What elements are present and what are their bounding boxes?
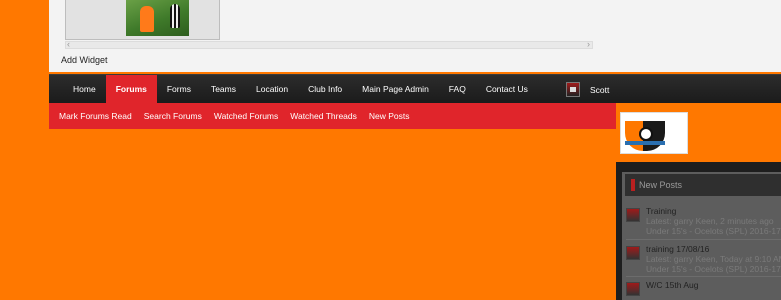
- main-navbar: Home Forums Forms Teams Location Club In…: [49, 74, 781, 104]
- nav-home[interactable]: Home: [63, 75, 106, 104]
- player-striped: [170, 4, 180, 28]
- nav-main-page-admin[interactable]: Main Page Admin: [352, 75, 439, 104]
- club-logo[interactable]: [620, 112, 688, 154]
- user-menu[interactable]: Scott: [566, 82, 609, 97]
- nav-location[interactable]: Location: [246, 75, 298, 104]
- nav-tabs: Home Forums Forms Teams Location Club In…: [63, 75, 538, 104]
- post-avatar[interactable]: [626, 246, 640, 260]
- scroll-left-icon[interactable]: ‹: [67, 39, 70, 49]
- subnav-watched-forums[interactable]: Watched Forums: [208, 111, 284, 121]
- football-icon: [639, 127, 653, 141]
- new-posts-header: New Posts: [625, 174, 781, 196]
- nav-contact-us[interactable]: Contact Us: [476, 75, 538, 104]
- divider: [626, 276, 781, 277]
- post-forum[interactable]: Under 15's - Ocelots (SPL) 2016-17: [646, 226, 781, 236]
- username[interactable]: Scott: [590, 85, 609, 95]
- football-photo: [126, 0, 189, 36]
- widget-panel: ‹ › Add Widget: [49, 0, 781, 72]
- nav-teams[interactable]: Teams: [201, 75, 246, 104]
- scroll-right-icon[interactable]: ›: [587, 39, 590, 49]
- post-avatar[interactable]: [626, 208, 640, 222]
- new-posts-panel: New Posts Training Latest: garry Keen, 2…: [622, 172, 781, 300]
- horizontal-scrollbar[interactable]: ‹ ›: [65, 39, 593, 49]
- crest-stripe: [625, 141, 665, 145]
- post-meta: Latest: garry Keen, Today at 9:10 AM: [646, 254, 781, 264]
- subnav-mark-forums-read[interactable]: Mark Forums Read: [53, 111, 138, 121]
- new-posts-title: New Posts: [639, 180, 683, 190]
- post-forum[interactable]: Under 15's - Ocelots (SPL) 2016-17: [646, 264, 781, 274]
- subnav-search-forums[interactable]: Search Forums: [138, 111, 208, 121]
- subnav-new-posts[interactable]: New Posts: [363, 111, 416, 121]
- nav-forums[interactable]: Forums: [105, 75, 157, 104]
- post-title[interactable]: Training: [646, 206, 676, 216]
- post-meta: Latest: garry Keen, 2 minutes ago: [646, 216, 774, 226]
- nav-club-info[interactable]: Club Info: [298, 75, 352, 104]
- avatar[interactable]: [566, 82, 580, 97]
- widget-image-frame[interactable]: [65, 0, 220, 40]
- forums-subnav: Mark Forums Read Search Forums Watched F…: [49, 103, 616, 129]
- nav-forms[interactable]: Forms: [157, 75, 201, 104]
- nav-faq[interactable]: FAQ: [439, 75, 476, 104]
- posts-icon: [631, 179, 635, 191]
- club-crest-icon: [625, 121, 665, 151]
- subnav-watched-threads[interactable]: Watched Threads: [284, 111, 363, 121]
- sidebar: New Posts Training Latest: garry Keen, 2…: [616, 162, 781, 300]
- player-orange: [140, 6, 154, 32]
- post-title[interactable]: W/C 15th Aug: [646, 280, 698, 290]
- add-widget-link[interactable]: Add Widget: [61, 55, 108, 65]
- divider: [626, 239, 781, 240]
- post-title[interactable]: training 17/08/16: [646, 244, 709, 254]
- post-avatar[interactable]: [626, 282, 640, 296]
